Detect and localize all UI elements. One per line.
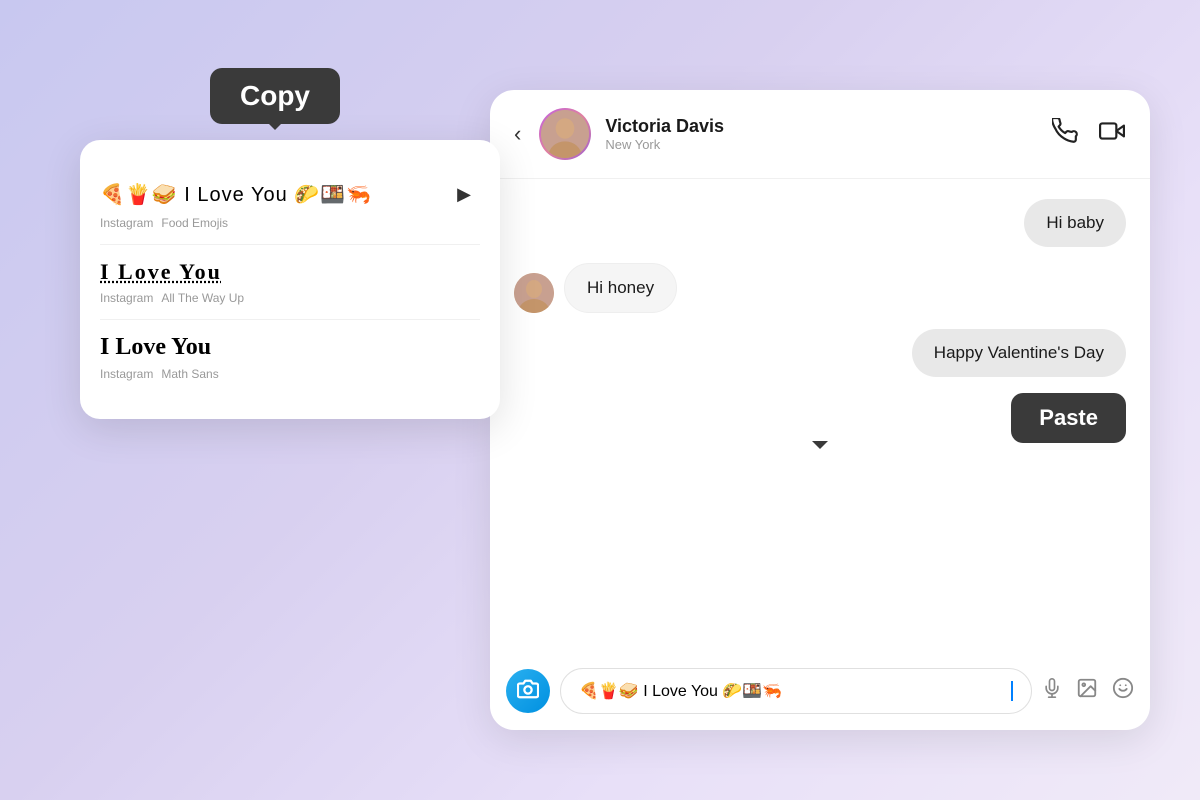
camera-icon — [517, 678, 539, 705]
chat-panel: ‹ Victoria Davis New York — [490, 90, 1150, 730]
message-text-hi-baby: Hi baby — [1046, 213, 1104, 232]
font-text-alltheway: I Love You — [100, 259, 222, 285]
paste-tooltip-wrap: Paste — [514, 393, 1126, 443]
font-text-mathsans: I Love You — [100, 334, 211, 361]
font-styles-panel: Copy 🍕🍟🥪 I Love You 🌮🍱🦐 ▶ Instagram Food… — [80, 140, 500, 419]
font-tag-style-1: All The Way Up — [161, 291, 244, 305]
message-avatar-victoria — [514, 273, 554, 313]
camera-button[interactable] — [506, 669, 550, 713]
font-item-all-the-way-up[interactable]: I Love You Instagram All The Way Up — [100, 245, 480, 320]
chat-body: Hi baby Hi honey Happ — [490, 179, 1150, 656]
emoji-icon[interactable] — [1112, 677, 1134, 705]
message-bubble-hi-honey: Hi honey — [564, 263, 677, 313]
copy-tooltip[interactable]: Copy — [210, 68, 340, 124]
font-tag-platform-1: Instagram — [100, 291, 153, 305]
avatar-person-svg — [541, 110, 589, 158]
paste-tooltip[interactable]: Paste — [1011, 393, 1126, 443]
message-bubble-hi-baby: Hi baby — [1024, 199, 1126, 247]
font-tag-platform-0: Instagram — [100, 216, 153, 230]
input-text: 🍕🍟🥪 I Love You 🌮🍱🦐 — [579, 681, 1007, 701]
message-text-hi-honey: Hi honey — [587, 278, 654, 297]
font-text-food-emojis: 🍕🍟🥪 I Love You 🌮🍱🦐 — [100, 182, 372, 207]
contact-avatar — [541, 110, 589, 158]
message-row-hi-honey: Hi honey — [514, 263, 1126, 313]
contact-location: New York — [605, 137, 1038, 152]
image-icon[interactable] — [1076, 677, 1098, 705]
video-call-icon[interactable] — [1098, 118, 1126, 150]
message-text-valentines: Happy Valentine's Day — [934, 343, 1104, 362]
phone-call-icon[interactable] — [1052, 118, 1078, 150]
font-item-food-emojis[interactable]: 🍕🍟🥪 I Love You 🌮🍱🦐 ▶ Instagram Food Emoj… — [100, 164, 480, 245]
copy-tooltip-label: Copy — [240, 80, 310, 111]
input-cursor — [1011, 681, 1013, 701]
microphone-icon[interactable] — [1042, 677, 1062, 705]
back-button[interactable]: ‹ — [514, 121, 521, 147]
font-tag-platform-2: Instagram — [100, 367, 153, 381]
contact-name: Victoria Davis — [605, 116, 1038, 137]
header-icons — [1052, 118, 1126, 150]
chat-input-field[interactable]: 🍕🍟🥪 I Love You 🌮🍱🦐 — [560, 668, 1032, 714]
message-row-hi-baby: Hi baby — [514, 199, 1126, 247]
input-action-icons — [1042, 677, 1134, 705]
message-row-valentines: Happy Valentine's Day — [514, 329, 1126, 377]
font-item-math-sans[interactable]: I Love You Instagram Math Sans — [100, 320, 480, 395]
font-tags-mathsans: Instagram Math Sans — [100, 367, 480, 381]
font-tags-food-emojis: Instagram Food Emojis — [100, 216, 480, 230]
copy-arrow-icon[interactable]: ▶ — [448, 178, 480, 210]
paste-tooltip-label: Paste — [1039, 405, 1098, 430]
contact-avatar-wrap — [539, 108, 591, 160]
chat-input-row: 🍕🍟🥪 I Love You 🌮🍱🦐 — [490, 656, 1150, 730]
font-tag-style-2: Math Sans — [161, 367, 218, 381]
font-tags-alltheway: Instagram All The Way Up — [100, 291, 480, 305]
chat-header: ‹ Victoria Davis New York — [490, 90, 1150, 179]
font-tag-style-0: Food Emojis — [161, 216, 228, 230]
message-bubble-valentines: Happy Valentine's Day — [912, 329, 1126, 377]
contact-info: Victoria Davis New York — [605, 116, 1038, 152]
message-avatar-svg — [514, 273, 554, 313]
